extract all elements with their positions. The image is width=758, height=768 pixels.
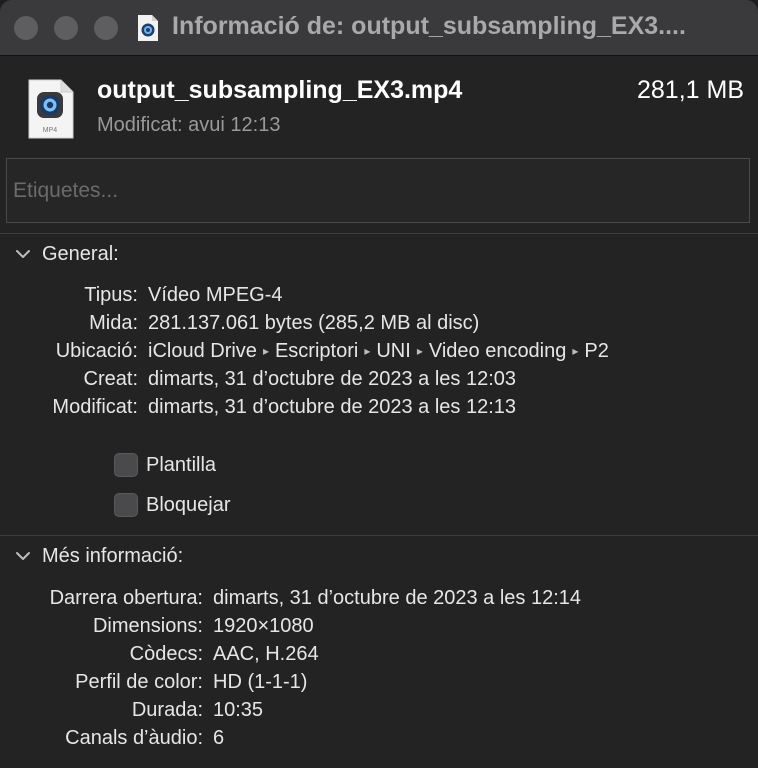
info-row-created: Creat: dimarts, 31 d’octubre de 2023 a l… — [0, 368, 758, 394]
info-value: 6 — [213, 727, 225, 749]
info-label: Canals d’àudio: — [65, 727, 203, 749]
quicktime-file-icon — [138, 15, 158, 41]
locked-checkbox[interactable] — [114, 493, 138, 517]
info-row-codecs: Còdecs: AAC, H.264 — [0, 643, 758, 669]
info-value: AAC, H.264 — [213, 643, 319, 665]
info-label: Còdecs: — [129, 643, 203, 665]
info-label: Mida: — [89, 312, 138, 334]
info-label: Darrera obertura: — [49, 587, 203, 609]
path-item[interactable]: UNI — [376, 340, 410, 362]
info-row-size: Mida: 281.137.061 bytes (285,2 MB al dis… — [0, 312, 758, 338]
info-label: Creat: — [83, 368, 138, 390]
info-value: dimarts, 31 d’octubre de 2023 a les 12:1… — [148, 396, 517, 418]
quicktime-movie-icon: MP4 — [28, 79, 74, 139]
zoom-button[interactable] — [94, 16, 118, 40]
stationery-pad-checkbox[interactable] — [114, 453, 138, 477]
info-window: Informació de: output_subsampling_EX3...… — [0, 0, 758, 768]
path-item[interactable]: Video encoding — [429, 340, 567, 362]
info-row-location: Ubicació: iCloud Drive ▸ Escriptori ▸ UNI ▸ Vi… — [0, 340, 758, 366]
info-label: Perfil de color: — [75, 671, 203, 693]
info-row-last-opened: Darrera obertura: dimarts, 31 d’octubre … — [0, 587, 758, 613]
path-separator-icon: ▸ — [262, 344, 269, 358]
info-value: Vídeo MPEG-4 — [148, 284, 283, 306]
info-row-type: Tipus: Vídeo MPEG-4 — [0, 284, 758, 310]
checkbox-label: Bloquejar — [146, 493, 231, 516]
info-row-color-profile: Perfil de color: HD (1-1-1) — [0, 671, 758, 697]
path-separator-icon: ▸ — [364, 344, 371, 358]
info-value: HD (1-1-1) — [213, 671, 308, 693]
info-row-audio-channels: Canals d’àudio: 6 — [0, 727, 758, 753]
general-section-title: General: — [42, 242, 119, 265]
file-type-label: MP4 — [43, 127, 58, 134]
minimize-button[interactable] — [54, 16, 78, 40]
info-label: Durada: — [131, 699, 203, 721]
more-info-section-title: Més informació: — [42, 544, 184, 567]
divider — [0, 233, 758, 234]
checkbox-label: Plantilla — [146, 453, 217, 476]
path-item[interactable]: iCloud Drive — [148, 340, 257, 362]
info-label: Dimensions: — [92, 615, 203, 637]
info-value: dimarts, 31 d’octubre de 2023 a les 12:0… — [148, 368, 517, 390]
file-name: output_subsampling_EX3.mp4 — [97, 76, 463, 104]
info-label: Modificat: — [52, 396, 138, 418]
window-title: Informació de: output_subsampling_EX3...… — [172, 12, 686, 40]
chevron-down-icon — [16, 552, 30, 560]
chevron-down-icon — [16, 250, 30, 258]
info-row-dimensions: Dimensions: 1920×1080 — [0, 615, 758, 641]
path-item[interactable]: P2 — [584, 340, 608, 362]
info-value: 1920×1080 — [213, 615, 314, 637]
divider — [0, 535, 758, 536]
location-path[interactable]: iCloud Drive ▸ Escriptori ▸ UNI ▸ Video encodi… — [148, 340, 609, 363]
tags-input[interactable] — [6, 158, 750, 223]
path-separator-icon: ▸ — [416, 344, 423, 358]
close-button[interactable] — [14, 16, 38, 40]
info-value: 10:35 — [213, 699, 264, 721]
info-value: dimarts, 31 d’octubre de 2023 a les 12:1… — [213, 587, 582, 609]
title-bar[interactable]: Informació de: output_subsampling_EX3...… — [0, 0, 758, 56]
path-item[interactable]: Escriptori — [275, 340, 358, 362]
stationery-pad-checkbox-row[interactable]: Plantilla — [114, 452, 216, 478]
path-separator-icon: ▸ — [572, 344, 579, 358]
general-section-toggle[interactable]: General: — [14, 241, 119, 267]
info-label: Ubicació: — [55, 340, 138, 362]
info-value: 281.137.061 bytes (285,2 MB al disc) — [148, 312, 480, 334]
info-label: Tipus: — [84, 284, 138, 306]
locked-checkbox-row[interactable]: Bloquejar — [114, 492, 231, 518]
info-row-modified: Modificat: dimarts, 31 d’octubre de 2023… — [0, 396, 758, 422]
info-row-duration: Durada: 10:35 — [0, 699, 758, 725]
file-size: 281,1 MB — [636, 76, 744, 104]
more-info-section-toggle[interactable]: Més informació: — [14, 543, 183, 569]
modified-date: Modificat: avui 12:13 — [97, 114, 281, 136]
